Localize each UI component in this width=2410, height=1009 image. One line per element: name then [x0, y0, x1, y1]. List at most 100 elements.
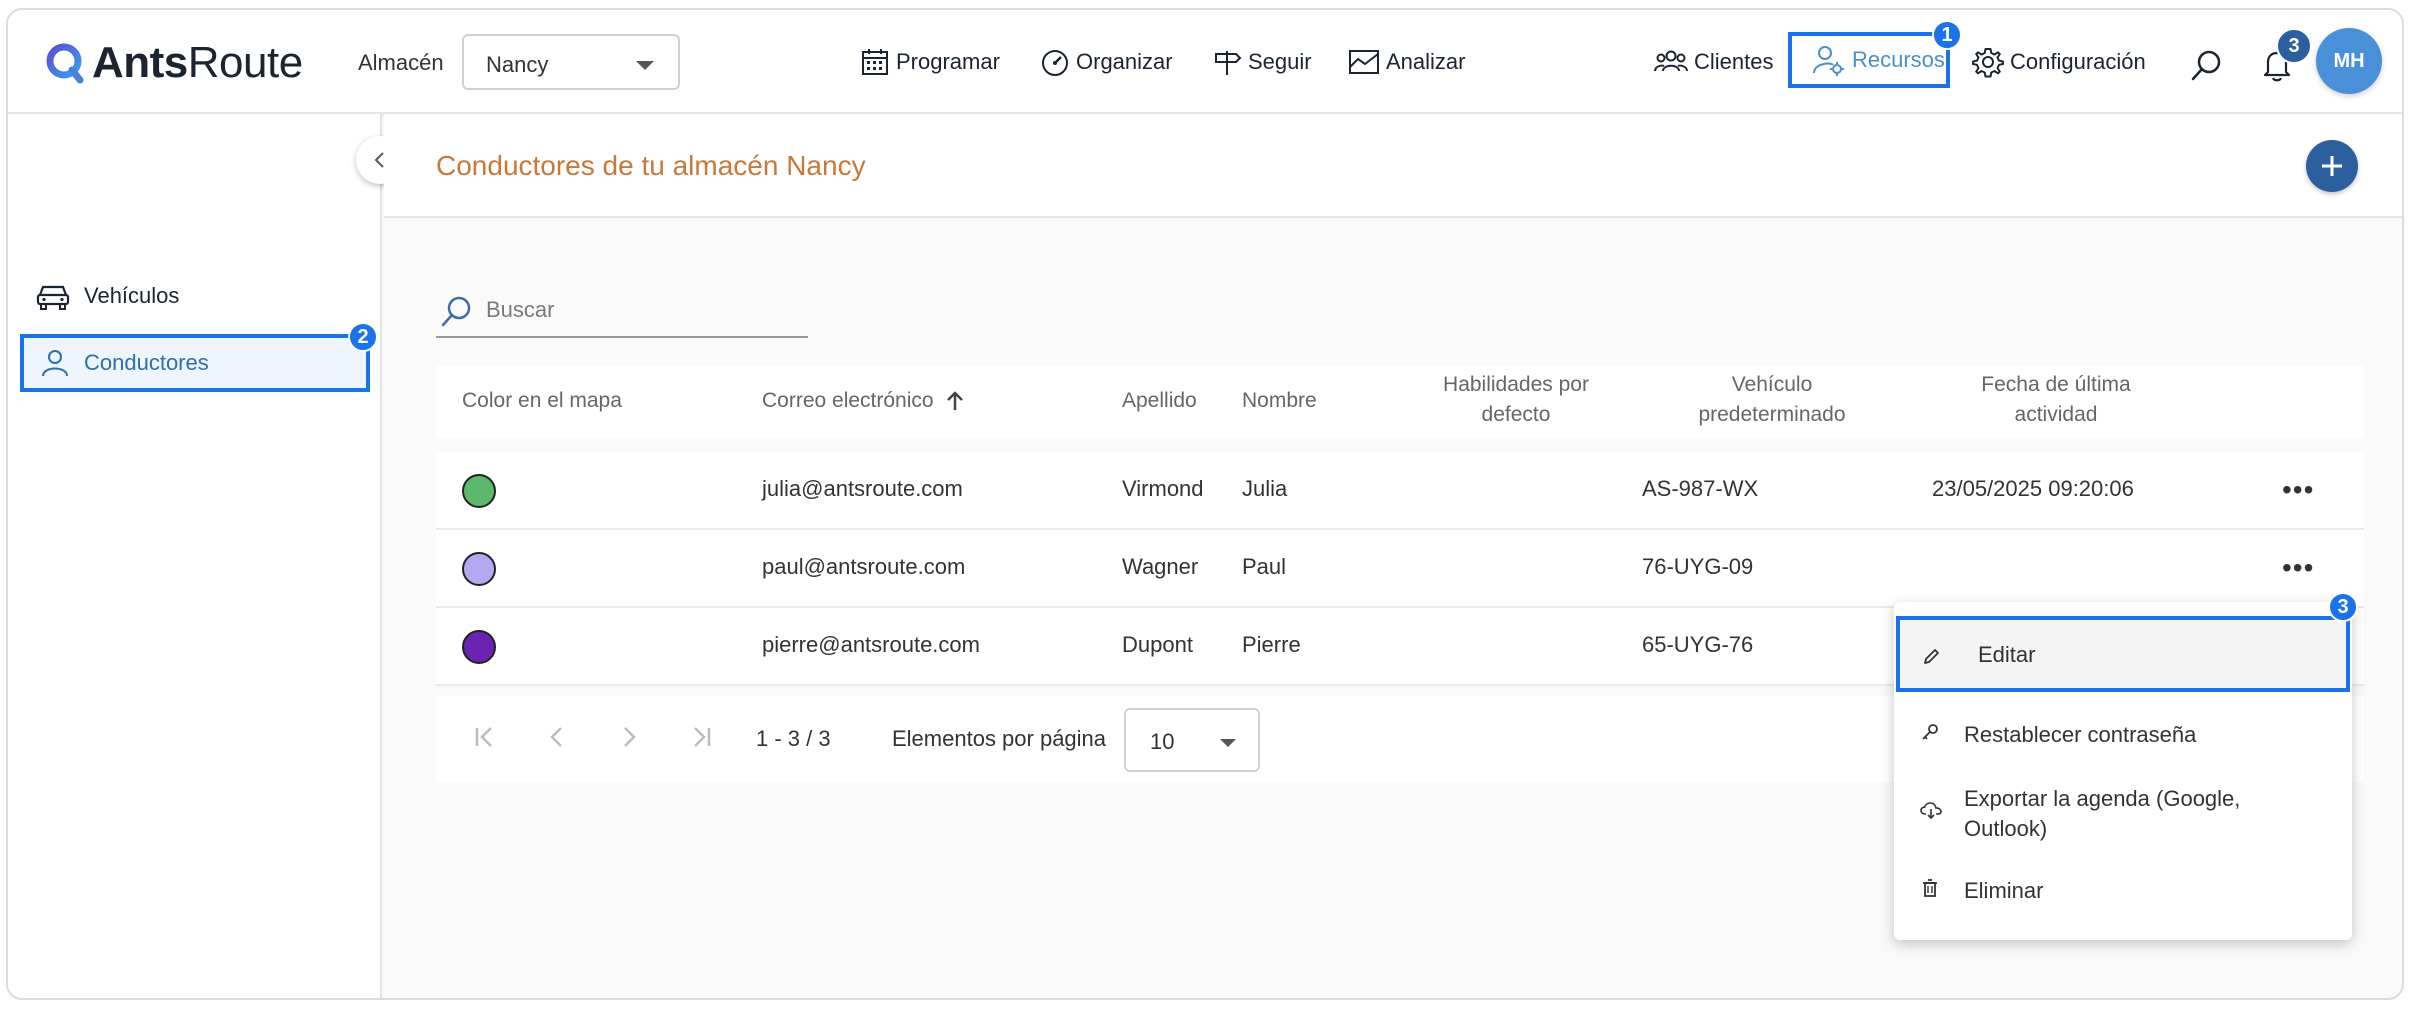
menu-item-exportar-agenda[interactable]: Exportar la agenda (Google, Outlook)	[1894, 780, 2352, 844]
row-fecha: 23/05/2025 09:20:06	[1932, 476, 2134, 501]
chevron-right-icon	[624, 727, 636, 747]
first-page-button[interactable]	[472, 724, 498, 755]
trash-icon	[1923, 879, 1937, 897]
map-color-swatch	[462, 630, 496, 664]
page-range: 1 - 3 / 3	[756, 726, 831, 751]
row-email: julia@antsroute.com	[762, 476, 963, 501]
chevron-down-icon	[636, 61, 654, 70]
chevron-down-icon	[1220, 739, 1236, 747]
row-apellido: Dupont	[1122, 632, 1193, 657]
nav-clientes[interactable]: Clientes	[1654, 36, 1773, 88]
map-color-swatch	[462, 474, 496, 508]
row-more-menu-button[interactable]: •••	[2282, 474, 2314, 506]
key-icon	[1922, 724, 1938, 740]
notification-count-badge: 3	[2276, 28, 2312, 64]
warehouse-select-value: Nancy	[486, 52, 549, 77]
search-field	[436, 284, 808, 338]
last-page-icon	[694, 727, 711, 747]
sidebar-item-conductores[interactable]: Conductores	[20, 334, 370, 392]
first-page-icon	[475, 727, 492, 747]
menu-item-restablecer-contrasena[interactable]: Restablecer contraseña	[1894, 716, 2352, 756]
warehouse-select[interactable]: Nancy	[462, 34, 680, 90]
warehouse-label: Almacén	[358, 50, 444, 75]
logo-icon	[44, 42, 86, 84]
menu-item-exportar-label: Exportar la agenda (Google, Outlook)	[1964, 786, 2241, 841]
row-apellido: Virmond	[1122, 476, 1204, 501]
map-color-swatch	[462, 552, 496, 586]
row-context-menu: Editar Restablecer contraseña Exportar l…	[1894, 602, 2352, 940]
cloud-download-icon	[1920, 802, 1942, 820]
user-icon	[42, 350, 68, 377]
nav-programar[interactable]: Programar	[860, 36, 1000, 88]
column-header-habilidades[interactable]: Habilidades por defecto	[1396, 370, 1636, 430]
menu-item-editar-label: Editar	[1978, 642, 2036, 667]
row-vehiculo: AS-987-WX	[1642, 476, 1759, 501]
page-title: Conductores de tu almacén Nancy	[436, 150, 866, 181]
menu-item-editar[interactable]: Editar	[1896, 616, 2350, 692]
column-header-vehiculo[interactable]: Vehículo predeterminado	[1652, 370, 1892, 430]
row-vehiculo: 65-UYG-76	[1642, 632, 1754, 657]
column-header-email-label: Correo electrónico	[762, 389, 934, 412]
items-per-page-select[interactable]: 10	[1124, 708, 1260, 772]
table-row[interactable]: paul@antsroute.com Wagner Paul 76-UYG-09…	[436, 530, 2364, 608]
row-nombre: Paul	[1242, 554, 1287, 579]
search-input[interactable]	[486, 292, 786, 328]
gear-icon	[1972, 48, 2004, 78]
column-header-fecha-line1: Fecha de última	[1981, 373, 2131, 396]
chevron-left-icon	[550, 727, 562, 747]
calendar-icon	[862, 49, 888, 75]
previous-page-button[interactable]	[544, 724, 570, 755]
last-page-button[interactable]	[688, 724, 714, 755]
user-gear-icon	[1813, 46, 1844, 76]
row-nombre: Pierre	[1242, 632, 1301, 657]
items-per-page-value: 10	[1150, 729, 1175, 754]
nav-configuracion[interactable]: Configuración	[1972, 36, 2146, 88]
step-marker-2: 2	[348, 322, 378, 352]
row-more-menu-button[interactable]: •••	[2282, 552, 2314, 584]
user-avatar[interactable]: MH	[2316, 28, 2382, 94]
nav-organizar-label: Organizar	[1076, 49, 1173, 74]
search-icon	[441, 296, 471, 327]
pencil-icon	[1924, 649, 1939, 664]
add-driver-button[interactable]	[2306, 140, 2358, 192]
nav-seguir[interactable]: Seguir	[1212, 36, 1312, 88]
area-chart-icon	[1349, 50, 1379, 74]
sidebar: Vehículos Conductores 2	[8, 114, 382, 998]
column-header-color[interactable]: Color en el mapa	[462, 386, 622, 416]
nav-recursos-label: Recursos	[1852, 47, 1945, 72]
sort-ascending-icon	[946, 391, 963, 410]
column-header-habilidades-line1: Habilidades por	[1443, 373, 1589, 396]
nav-analizar-label: Analizar	[1386, 49, 1466, 74]
nav-analizar[interactable]: Analizar	[1348, 36, 1465, 88]
step-marker-3: 3	[2328, 592, 2358, 622]
menu-item-restablecer-label: Restablecer contraseña	[1964, 722, 2197, 747]
column-header-fecha[interactable]: Fecha de última actividad	[1936, 370, 2176, 430]
menu-item-eliminar-label: Eliminar	[1964, 878, 2044, 903]
people-icon	[1654, 50, 1688, 72]
table-row[interactable]: julia@antsroute.com Virmond Julia AS-987…	[436, 452, 2364, 530]
nav-organizar[interactable]: Organizar	[1040, 36, 1173, 88]
global-search-button[interactable]	[2190, 48, 2224, 87]
column-header-email[interactable]: Correo electrónico	[762, 386, 966, 416]
table-header: Color en el mapa Correo electrónico Apel…	[436, 366, 2364, 438]
items-per-page-label: Elementos por página	[892, 726, 1107, 751]
column-header-apellido[interactable]: Apellido	[1122, 386, 1197, 416]
next-page-button[interactable]	[616, 724, 642, 755]
plus-icon	[2322, 156, 2342, 176]
column-header-nombre[interactable]: Nombre	[1242, 386, 1317, 416]
sidebar-item-vehiculos[interactable]: Vehículos	[36, 270, 179, 322]
column-header-habilidades-line2: defecto	[1481, 403, 1551, 426]
page-header: Conductores de tu almacén Nancy	[384, 114, 2402, 218]
row-email: paul@antsroute.com	[762, 554, 966, 579]
nav-programar-label: Programar	[896, 49, 1000, 74]
speedometer-icon	[1042, 50, 1068, 76]
sidebar-item-conductores-label: Conductores	[84, 350, 209, 375]
nav-recursos[interactable]: Recursos	[1788, 32, 1950, 88]
row-email: pierre@antsroute.com	[762, 632, 980, 657]
logo-text: AntsRoute	[92, 38, 303, 87]
row-vehiculo: 76-UYG-09	[1642, 554, 1754, 579]
column-header-vehiculo-line2: predeterminado	[1698, 403, 1846, 426]
signpost-icon	[1215, 51, 1242, 75]
menu-item-eliminar[interactable]: Eliminar	[1894, 872, 2352, 912]
logo[interactable]: AntsRoute	[44, 38, 303, 88]
